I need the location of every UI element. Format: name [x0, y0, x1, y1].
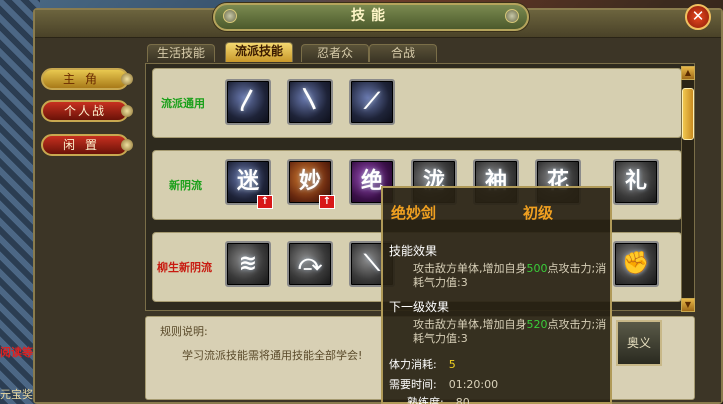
slash-icon: ≋	[238, 251, 258, 276]
skill-slot[interactable]: 〳	[225, 79, 271, 125]
role-label-main: 主角	[62, 72, 107, 86]
role-button-main[interactable]: 主角	[41, 68, 133, 90]
close-button[interactable]: ✕	[685, 4, 711, 30]
time-value: 01:20:00	[448, 378, 499, 391]
window-title: 技能	[351, 8, 391, 24]
tab-school-skills[interactable]: 流派技能	[225, 42, 293, 62]
knob-icon	[121, 73, 133, 85]
title-plate: 技能	[213, 3, 529, 31]
scythe-icon: ⤼	[298, 251, 322, 276]
feather-icon: 〳	[236, 89, 259, 114]
next-prefix: 攻击敌方单体,增加自身	[413, 318, 527, 331]
tab-ninja[interactable]: 忍者众	[301, 44, 369, 62]
knob-icon	[121, 139, 133, 151]
upgrade-arrow-icon[interactable]: ↑	[319, 195, 335, 209]
close-icon: ✕	[691, 7, 705, 25]
tab-combined-battle[interactable]: 合战	[369, 44, 437, 62]
stamina-value: 5	[448, 358, 456, 371]
title-orb-right-icon	[505, 9, 519, 23]
rules-heading: 规则说明:	[160, 325, 208, 338]
stamina-label: 体力消耗:	[389, 358, 437, 371]
skill-slot[interactable]: 〵	[287, 79, 333, 125]
blade-icon: ⟋	[364, 89, 380, 114]
scroll-up-button[interactable]: ▲	[681, 66, 695, 80]
title-orb-left-icon	[223, 9, 237, 23]
feather-icon: 〵	[298, 89, 321, 114]
skill-slot[interactable]: 礼	[613, 159, 659, 205]
fist-icon: ✊	[622, 251, 650, 276]
tooltip-time: 需要时间: 01:20:00	[389, 376, 498, 392]
skill-slot[interactable]: ⟋	[349, 79, 395, 125]
tooltip-effect-desc: 攻击敌方单体,增加自身500点攻击力;消耗气力值:3	[413, 262, 609, 290]
effect-prefix: 攻击敌方单体,增加自身	[413, 262, 527, 275]
effect-value: 500	[526, 262, 548, 275]
window-titlebar: 技能 ✕	[35, 3, 721, 38]
next-value: 520	[526, 318, 548, 331]
skill-tooltip: 绝妙剑 初级 技能效果 攻击敌方单体,增加自身500点攻击力;消耗气力值:3 下…	[381, 186, 612, 404]
role-button-personal-battle[interactable]: 个人战	[41, 100, 133, 122]
rules-body: 学习流派技能需将通用技能全部学会!	[182, 349, 363, 362]
skill-slot[interactable]: ≋	[225, 241, 271, 287]
row-label-yagyu: 柳生新阴流	[157, 261, 212, 274]
time-label: 需要时间:	[389, 378, 437, 391]
tooltip-next-heading: 下一级效果	[389, 300, 450, 314]
tooltip-effect-heading: 技能效果	[389, 244, 438, 258]
skill-slot[interactable]: 妙 ↑	[287, 159, 335, 209]
tooltip-next-desc: 攻击敌方单体,增加自身520点攻击力;消耗气力值:3	[413, 318, 609, 346]
skill-glyph: 礼	[624, 169, 647, 194]
role-label-idle: 闲置	[62, 138, 107, 152]
row-label-general: 流派通用	[161, 97, 205, 110]
skill-row-general: 流派通用 〳 〵 ⟋	[152, 68, 682, 138]
scrollbar-thumb[interactable]	[682, 88, 694, 140]
skill-slot[interactable]: ✊	[613, 241, 659, 287]
tooltip-stamina: 体力消耗: 5	[389, 356, 456, 372]
tooltip-proficiency: 熟练度: 80	[407, 394, 470, 404]
row-label-shinkage: 新阴流	[169, 179, 202, 192]
secret-art-button[interactable]: 奥义	[616, 320, 662, 366]
upgrade-arrow-icon[interactable]: ↑	[257, 195, 273, 209]
skill-slot[interactable]: ⤼	[287, 241, 333, 287]
prof-value: 80	[455, 396, 470, 404]
tab-life-skills[interactable]: 生活技能	[147, 44, 215, 62]
skill-slot[interactable]: 迷 ↑	[225, 159, 273, 209]
tooltip-skill-name: 绝妙剑	[391, 204, 437, 222]
role-label-personal-battle: 个人战	[63, 104, 106, 118]
knob-icon	[121, 105, 133, 117]
tooltip-skill-level: 初级	[523, 204, 554, 222]
prof-label: 熟练度:	[407, 396, 444, 404]
skill-scrollbar[interactable]: ▲ ▼	[681, 66, 695, 312]
scroll-down-button[interactable]: ▼	[681, 298, 695, 312]
role-button-idle[interactable]: 闲置	[41, 134, 133, 156]
